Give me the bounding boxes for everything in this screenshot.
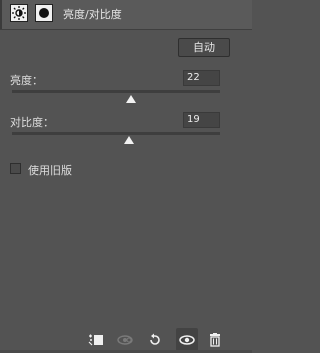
contrast-slider-track[interactable] [12,132,220,135]
brightness-value-field[interactable]: 22 [183,70,220,86]
legacy-checkbox[interactable] [10,163,21,174]
layer-mask-icon[interactable] [35,4,53,22]
brightness-slider-track[interactable] [12,90,220,93]
header-divider [0,29,252,30]
reset-icon[interactable] [147,333,163,347]
delete-icon[interactable] [208,333,224,347]
contrast-value-field[interactable]: 19 [183,112,220,128]
contrast-slider-thumb[interactable] [124,136,135,144]
legacy-checkbox-label: 使用旧版 [28,164,72,177]
brightness-label: 亮度： [10,74,43,87]
contrast-label: 对比度： [10,116,54,129]
panel-footer [0,325,252,353]
panel-header: 亮度/对比度 [0,0,252,29]
brightness-slider-thumb[interactable] [126,95,137,103]
header-edge [0,0,2,29]
clip-to-layer-icon[interactable] [88,333,104,347]
visibility-eye-icon[interactable] [179,333,195,347]
mask-dot [39,8,49,18]
view-previous-state-icon[interactable] [116,333,133,347]
sun-icon [12,6,26,20]
brightness-contrast-icon[interactable] [10,4,28,22]
panel-title: 亮度/对比度 [63,8,122,21]
properties-panel: 亮度/对比度 自动 亮度： 22 对比度： 19 使用旧版 [0,0,252,353]
auto-button[interactable]: 自动 [178,38,230,57]
